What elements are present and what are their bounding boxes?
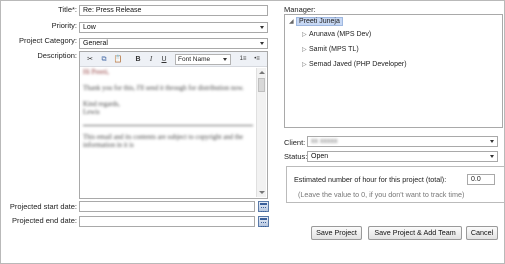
expand-triangle-icon[interactable]: ▷ bbox=[302, 30, 309, 40]
underline-button[interactable]: U bbox=[159, 55, 169, 64]
editor-content[interactable]: Hi Preeti, Thank you for this, I'll send… bbox=[83, 69, 253, 196]
expand-triangle-icon[interactable]: ▷ bbox=[302, 45, 309, 55]
manager-label: Manager: bbox=[284, 5, 316, 14]
cancel-button[interactable]: Cancel bbox=[466, 226, 498, 240]
manager-tree[interactable]: ◢ Preeti Juneja ▷ Arunava (MPS Dev) ▷ Samit… bbox=[284, 14, 503, 128]
project-form-dialog: Title*: Re: Press Release Priority: Low … bbox=[0, 0, 505, 264]
end-date-label: Projected end date: bbox=[11, 216, 77, 225]
priority-label: Priority: bbox=[51, 21, 77, 30]
scroll-up-icon[interactable] bbox=[259, 71, 265, 74]
hours-panel: Estimated number of hour for this projec… bbox=[286, 166, 505, 203]
expand-triangle-icon[interactable]: ▷ bbox=[302, 60, 309, 70]
email-line: Kind regards, bbox=[83, 101, 120, 108]
description-editor[interactable]: ✂ ⧉ 📋 B I U Font Name 1≡ •≡ Hi Preeti, T… bbox=[79, 51, 268, 199]
collapse-triangle-icon[interactable]: ◢ bbox=[289, 17, 296, 27]
divider bbox=[83, 125, 253, 126]
ordered-list-icon[interactable]: 1≡ bbox=[238, 55, 248, 64]
description-label: Description: bbox=[37, 51, 77, 60]
email-line: Lewis bbox=[83, 109, 100, 116]
client-value: xx xxxxx bbox=[311, 138, 338, 145]
status-label: Status: bbox=[284, 152, 308, 161]
category-label: Project Category: bbox=[19, 36, 77, 45]
email-line: This email and its contents are subject … bbox=[83, 134, 244, 149]
start-date-input[interactable] bbox=[79, 201, 255, 212]
cut-icon[interactable]: ✂ bbox=[85, 55, 95, 64]
save-add-team-button[interactable]: Save Project & Add Team bbox=[368, 226, 462, 240]
client-select[interactable]: xx xxxxx bbox=[307, 136, 498, 147]
title-input[interactable]: Re: Press Release bbox=[79, 5, 268, 16]
scroll-thumb[interactable] bbox=[258, 78, 265, 92]
copy-icon[interactable]: ⧉ bbox=[99, 55, 109, 64]
editor-toolbar: ✂ ⧉ 📋 B I U Font Name 1≡ •≡ bbox=[80, 52, 267, 67]
tree-node[interactable]: ▷ Semad Javed (PHP Developer) bbox=[302, 60, 407, 70]
save-project-button[interactable]: Save Project bbox=[311, 226, 362, 240]
tree-node[interactable]: ▷ Arunava (MPS Dev) bbox=[302, 30, 371, 40]
italic-button[interactable]: I bbox=[146, 55, 156, 64]
font-name-select[interactable]: Font Name bbox=[175, 54, 231, 65]
tree-node[interactable]: ▷ Samit (MPS TL) bbox=[302, 45, 359, 55]
calendar-icon[interactable] bbox=[258, 216, 269, 227]
end-date-input[interactable] bbox=[79, 216, 255, 227]
bold-button[interactable]: B bbox=[133, 55, 143, 64]
hours-input[interactable]: 0.0 bbox=[467, 174, 495, 185]
title-label: Title*: bbox=[58, 5, 77, 14]
bullet-list-icon[interactable]: •≡ bbox=[252, 55, 262, 64]
email-line: Thank you for this, I'll send it through… bbox=[83, 85, 244, 92]
paste-icon[interactable]: 📋 bbox=[113, 55, 123, 64]
email-greeting: Hi Preeti, bbox=[83, 69, 110, 76]
status-select[interactable]: Open bbox=[307, 151, 498, 162]
editor-scrollbar[interactable] bbox=[256, 68, 266, 197]
hours-label: Estimated number of hour for this projec… bbox=[294, 175, 447, 184]
client-label: Client: bbox=[284, 138, 306, 147]
tree-node-root[interactable]: ◢ Preeti Juneja bbox=[289, 17, 343, 27]
start-date-label: Projected start date: bbox=[9, 202, 77, 211]
calendar-icon[interactable] bbox=[258, 201, 269, 212]
scroll-down-icon[interactable] bbox=[259, 191, 265, 194]
priority-select[interactable]: Low bbox=[79, 22, 268, 33]
hours-hint: (Leave the value to 0, if you don't want… bbox=[298, 190, 465, 199]
category-select[interactable]: General bbox=[79, 38, 268, 49]
